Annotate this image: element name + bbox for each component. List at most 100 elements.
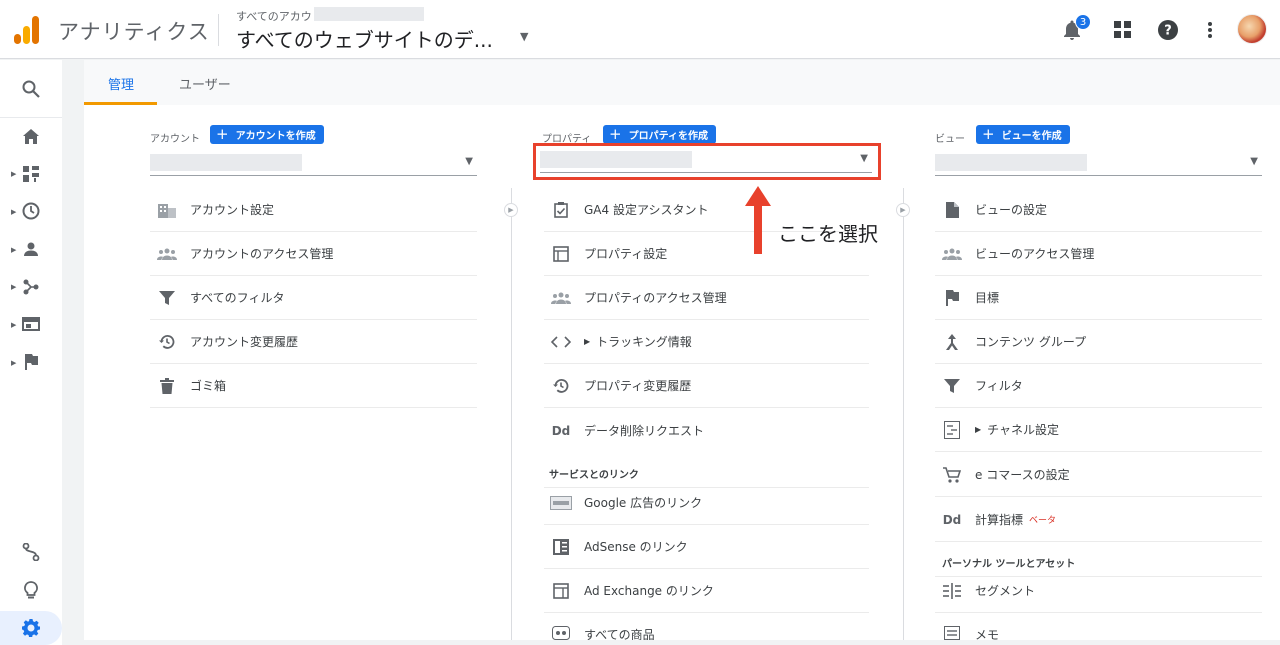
property-item-label: データ削除リクエスト bbox=[584, 424, 705, 438]
view-item-label: ビューのアクセス管理 bbox=[975, 247, 1095, 261]
code-icon bbox=[550, 332, 572, 352]
lightbulb-icon[interactable] bbox=[0, 574, 62, 606]
view-item-memo[interactable]: メモ bbox=[935, 613, 1262, 643]
acquisition-icon[interactable] bbox=[0, 271, 62, 303]
attribution-icon[interactable] bbox=[0, 536, 62, 568]
adexchange-icon bbox=[550, 581, 572, 601]
content-group-icon bbox=[941, 332, 963, 352]
google-ads-icon bbox=[550, 493, 572, 513]
history-icon bbox=[156, 332, 178, 352]
svg-text:?: ? bbox=[1164, 24, 1172, 39]
view-item-ecommerce[interactable]: e コマースの設定 bbox=[935, 453, 1262, 497]
account-item-access[interactable]: アカウントのアクセス管理 bbox=[150, 232, 477, 276]
redacted-account-name bbox=[314, 7, 424, 21]
more-vert-icon[interactable] bbox=[1198, 18, 1222, 42]
document-icon bbox=[941, 200, 963, 220]
property-item-tracking[interactable]: ▶ トラッキング情報 bbox=[544, 320, 869, 364]
property-item-access[interactable]: プロパティのアクセス管理 bbox=[544, 276, 869, 320]
tab-admin[interactable]: 管理 bbox=[108, 74, 134, 93]
account-item-label: アカウントのアクセス管理 bbox=[190, 247, 334, 261]
admin-tabs: 管理 ユーザー bbox=[84, 60, 1280, 105]
view-item-segments[interactable]: セグメント bbox=[935, 569, 1262, 613]
chevron-down-icon[interactable]: ▼ bbox=[465, 156, 473, 167]
property-link-adexchange[interactable]: Ad Exchange のリンク bbox=[544, 569, 869, 613]
history-icon bbox=[550, 376, 572, 396]
view-item-label: フィルタ bbox=[975, 379, 1023, 393]
view-item-channel-settings[interactable]: ▶ チャネル設定 bbox=[935, 408, 1262, 452]
cart-icon bbox=[941, 465, 963, 485]
app-title: アナリティクス bbox=[58, 20, 210, 44]
property-item-data-deletion[interactable]: Dd データ削除リクエスト bbox=[544, 408, 869, 453]
property-link-google-ads[interactable]: Google 広告のリンク bbox=[544, 481, 869, 525]
apps-grid-icon[interactable] bbox=[1111, 18, 1135, 42]
property-link-label: Ad Exchange のリンク bbox=[584, 584, 714, 598]
property-link-all-products[interactable]: すべての商品 bbox=[544, 613, 869, 643]
tab-user[interactable]: ユーザー bbox=[179, 74, 231, 93]
segment-icon bbox=[941, 581, 963, 601]
flag-icon[interactable] bbox=[0, 346, 62, 378]
gear-icon[interactable] bbox=[0, 612, 62, 644]
view-item-settings[interactable]: ビューの設定 bbox=[935, 188, 1262, 232]
account-path: すべてのアカウ bbox=[236, 10, 312, 23]
person-icon[interactable] bbox=[0, 233, 62, 265]
adsense-icon bbox=[550, 537, 572, 557]
plus-icon: + bbox=[609, 125, 622, 143]
view-item-label: e コマースの設定 bbox=[975, 468, 1070, 482]
chevron-down-icon[interactable]: ▼ bbox=[520, 30, 528, 43]
view-item-access[interactable]: ビューのアクセス管理 bbox=[935, 232, 1262, 276]
property-link-label: Google 広告のリンク bbox=[584, 496, 703, 510]
filter-icon bbox=[941, 376, 963, 396]
trash-icon bbox=[156, 376, 178, 396]
create-account-button[interactable]: + アカウントを作成 bbox=[210, 125, 324, 144]
notification-badge: 3 bbox=[1075, 14, 1091, 30]
analytics-logo-icon[interactable] bbox=[14, 16, 40, 44]
account-item-label: アカウント変更履歴 bbox=[190, 335, 299, 349]
people-icon bbox=[550, 288, 572, 308]
account-item-settings[interactable]: アカウント設定 bbox=[150, 188, 477, 232]
property-link-adsense[interactable]: AdSense のリンク bbox=[544, 525, 869, 569]
create-property-label: プロパティを作成 bbox=[628, 131, 708, 142]
people-icon bbox=[941, 244, 963, 264]
account-dropdown[interactable]: ▼ bbox=[150, 152, 477, 176]
filter-icon bbox=[156, 288, 178, 308]
search-icon[interactable] bbox=[0, 73, 62, 105]
view-item-goals[interactable]: 目標 bbox=[935, 276, 1262, 320]
create-property-button[interactable]: + プロパティを作成 bbox=[603, 125, 716, 144]
annotation-arrow-icon bbox=[745, 186, 771, 254]
arrow-right-icon: ▶ bbox=[896, 203, 910, 217]
customization-icon[interactable] bbox=[0, 158, 62, 190]
help-icon[interactable]: ? bbox=[1156, 18, 1180, 42]
clock-icon[interactable] bbox=[0, 195, 62, 227]
view-item-label: コンテンツ グループ bbox=[975, 335, 1087, 349]
property-item-label: トラッキング情報 bbox=[596, 335, 692, 349]
left-nav-rail: ▶ ▶ ▶ ▶ ▶ ▶ bbox=[0, 60, 62, 645]
account-item-label: アカウント設定 bbox=[190, 203, 275, 217]
create-account-label: アカウントを作成 bbox=[235, 131, 316, 142]
view-item-content-groups[interactable]: コンテンツ グループ bbox=[935, 320, 1262, 364]
account-item-filters[interactable]: すべてのフィルタ bbox=[150, 276, 477, 320]
property-item-label: プロパティ変更履歴 bbox=[584, 379, 692, 393]
flag-icon bbox=[941, 288, 963, 308]
account-selector[interactable]: すべてのウェブサイトのデ... bbox=[236, 24, 493, 53]
account-item-trash[interactable]: ゴミ箱 bbox=[150, 364, 477, 408]
create-view-label: ビューを作成 bbox=[1001, 131, 1062, 142]
plus-icon: + bbox=[216, 125, 229, 143]
annotation-text: ここを選択 bbox=[778, 222, 878, 246]
behavior-icon[interactable] bbox=[0, 308, 62, 340]
property-item-history[interactable]: プロパティ変更履歴 bbox=[544, 364, 869, 408]
account-item-history[interactable]: アカウント変更履歴 bbox=[150, 320, 477, 364]
arrow-right-icon: ▶ bbox=[504, 203, 518, 217]
create-view-button[interactable]: + ビューを作成 bbox=[976, 125, 1070, 144]
view-item-calculated-metrics[interactable]: Dd 計算指標 ベータ bbox=[935, 498, 1262, 542]
view-item-label: ビューの設定 bbox=[975, 203, 1048, 217]
avatar[interactable] bbox=[1237, 14, 1267, 44]
chevron-down-icon[interactable]: ▼ bbox=[1250, 156, 1258, 167]
redacted-view bbox=[935, 154, 1087, 171]
view-item-label: チャネル設定 bbox=[987, 423, 1060, 437]
view-dropdown[interactable]: ▼ bbox=[935, 152, 1262, 176]
dd-icon: Dd bbox=[551, 423, 571, 438]
view-item-filters[interactable]: フィルタ bbox=[935, 364, 1262, 408]
account-item-label: すべてのフィルタ bbox=[190, 291, 285, 305]
home-icon[interactable] bbox=[0, 120, 62, 152]
title-divider bbox=[218, 14, 219, 46]
